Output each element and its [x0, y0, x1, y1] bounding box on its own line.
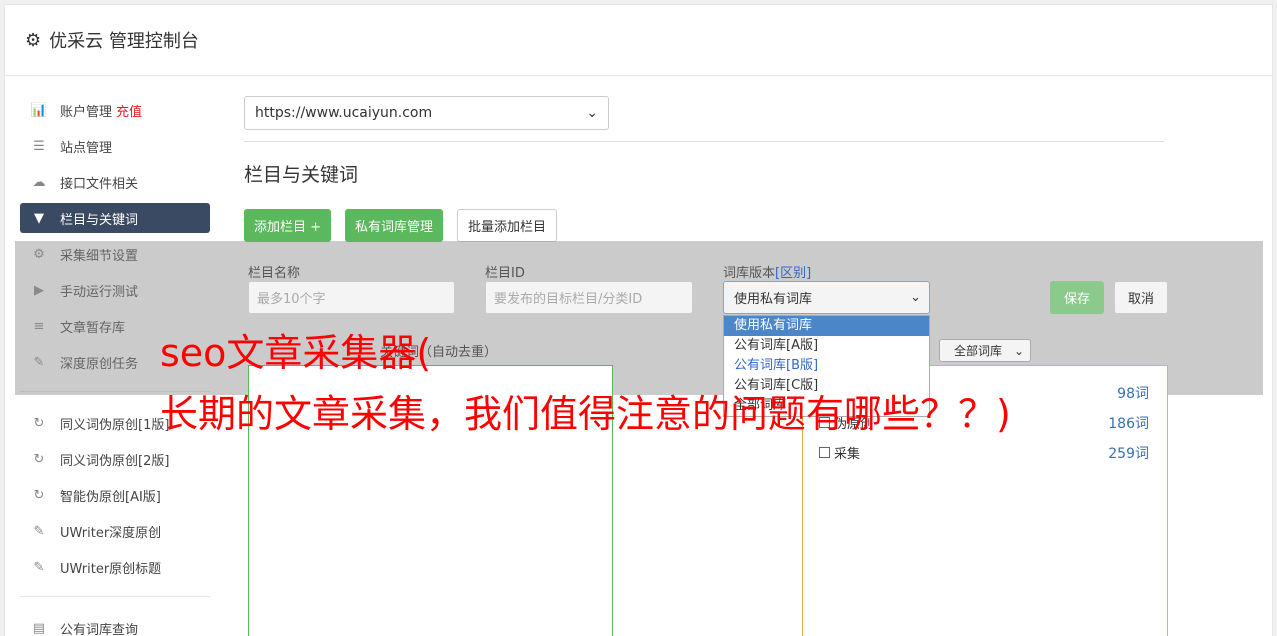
library-count: 259词	[1108, 445, 1149, 462]
sidebar-item-label: 接口文件相关	[60, 176, 139, 192]
divider	[244, 141, 1164, 142]
sidebar-item[interactable]: 📊 账户管理 充值	[20, 95, 210, 125]
cloud-upload-icon: ☁	[32, 174, 46, 190]
private-library-button[interactable]: 私有词库管理	[345, 209, 444, 242]
difference-link[interactable]: [区别]	[775, 266, 811, 281]
column-name-label: 栏目名称	[248, 266, 301, 281]
sidebar-item-label: 公有词库查询	[60, 622, 139, 636]
sidebar-item-label: 账户管理	[60, 104, 113, 120]
edit-icon: ✎	[33, 523, 45, 539]
chevron-down-icon: ⌄	[1013, 343, 1024, 358]
action-buttons: 添加栏目 + 私有词库管理 批量添加栏目	[244, 209, 1164, 242]
sidebar-divider	[20, 596, 210, 597]
watermark-line-2: 长期的文章采集，我们值得注意的问题有哪些？？)	[160, 392, 1011, 436]
server-icon: ☰	[33, 138, 45, 154]
library-checkbox[interactable]	[819, 447, 830, 458]
save-button[interactable]: 保存	[1050, 281, 1104, 314]
dropdown-option[interactable]: 使用私有词库	[724, 316, 929, 336]
chevron-down-icon: ⌄	[586, 105, 598, 121]
sidebar-item[interactable]: ▤ 公有词库查询	[20, 613, 210, 636]
refresh-icon: ↻	[33, 451, 45, 467]
library-filter-value: 全部词库	[954, 344, 1003, 358]
bar-chart-icon: 📊	[30, 102, 48, 118]
page-title: 优采云 管理控制台	[49, 31, 199, 52]
sidebar-item-label: 站点管理	[60, 140, 113, 156]
sidebar-item-label: 智能伪原创[AI版]	[60, 489, 161, 505]
sidebar-item[interactable]: ✎ UWriter原创标题	[20, 552, 210, 582]
sidebar-item[interactable]: ↻ 同义词伪原创[2版]	[20, 444, 210, 474]
batch-add-button[interactable]: 批量添加栏目	[457, 209, 558, 242]
edit-icon: ✎	[33, 559, 45, 575]
console-header: ⚙ 优采云 管理控制台	[5, 5, 1272, 76]
lib-version-value: 使用私有词库	[734, 292, 813, 307]
sidebar-item-label: UWriter原创标题	[60, 561, 162, 577]
dropdown-option[interactable]: 公有词库[B版]	[724, 356, 929, 376]
sidebar-item-label: 同义词伪原创[1版]	[60, 417, 170, 433]
library-count: 186词	[1108, 415, 1149, 432]
cancel-button[interactable]: 取消	[1114, 281, 1168, 314]
book-icon: ▤	[32, 620, 46, 636]
sidebar-item-label: 同义词伪原创[2版]	[60, 453, 170, 469]
lib-version-select[interactable]: 使用私有词库 ⌄	[723, 281, 930, 314]
sidebar-item[interactable]: ☰ 站点管理	[20, 131, 210, 161]
main-content: https://www.ucaiyun.com ⌄ 栏目与关键词 添加栏目 + …	[244, 96, 1164, 242]
filter-icon: ▼	[34, 210, 44, 226]
sidebar-item[interactable]: ↻ 智能伪原创[AI版]	[20, 480, 210, 510]
refresh-icon: ↻	[33, 487, 45, 503]
library-name: 采集	[834, 447, 861, 462]
chevron-down-icon: ⌄	[910, 290, 921, 305]
dropdown-option[interactable]: 公有词库[A版]	[724, 336, 929, 356]
library-filter-select[interactable]: 全部词库 ⌄	[939, 339, 1031, 362]
column-name-input[interactable]: 最多10个字	[248, 281, 455, 314]
lib-version-label: 词库版本[区别]	[723, 262, 811, 281]
sidebar-item[interactable]: ▼ 栏目与关键词	[20, 203, 210, 233]
refresh-icon: ↻	[33, 415, 45, 431]
sidebar-item[interactable]: ☁ 接口文件相关	[20, 167, 210, 197]
watermark-line-1: seo文章采集器(	[160, 331, 432, 375]
site-select-value: https://www.ucaiyun.com	[255, 105, 433, 121]
gear-icon: ⚙	[25, 29, 42, 51]
sidebar-item[interactable]: ✎ UWriter深度原创	[20, 516, 210, 546]
column-id-input[interactable]: 要发布的目标栏目/分类ID	[485, 281, 693, 314]
column-id-label: 栏目ID	[485, 266, 525, 281]
lib-version-label-text: 词库版本	[723, 266, 776, 281]
library-item[interactable]: 采集 259词	[819, 443, 1149, 462]
section-title: 栏目与关键词	[244, 164, 359, 186]
add-column-button[interactable]: 添加栏目 +	[244, 209, 332, 242]
sidebar-item-label: 栏目与关键词	[60, 212, 139, 228]
sidebar-item-label: UWriter深度原创	[60, 525, 162, 541]
library-count: 98词	[1117, 385, 1149, 402]
site-select[interactable]: https://www.ucaiyun.com ⌄	[244, 96, 609, 130]
recharge-link[interactable]: 充值	[116, 101, 142, 120]
